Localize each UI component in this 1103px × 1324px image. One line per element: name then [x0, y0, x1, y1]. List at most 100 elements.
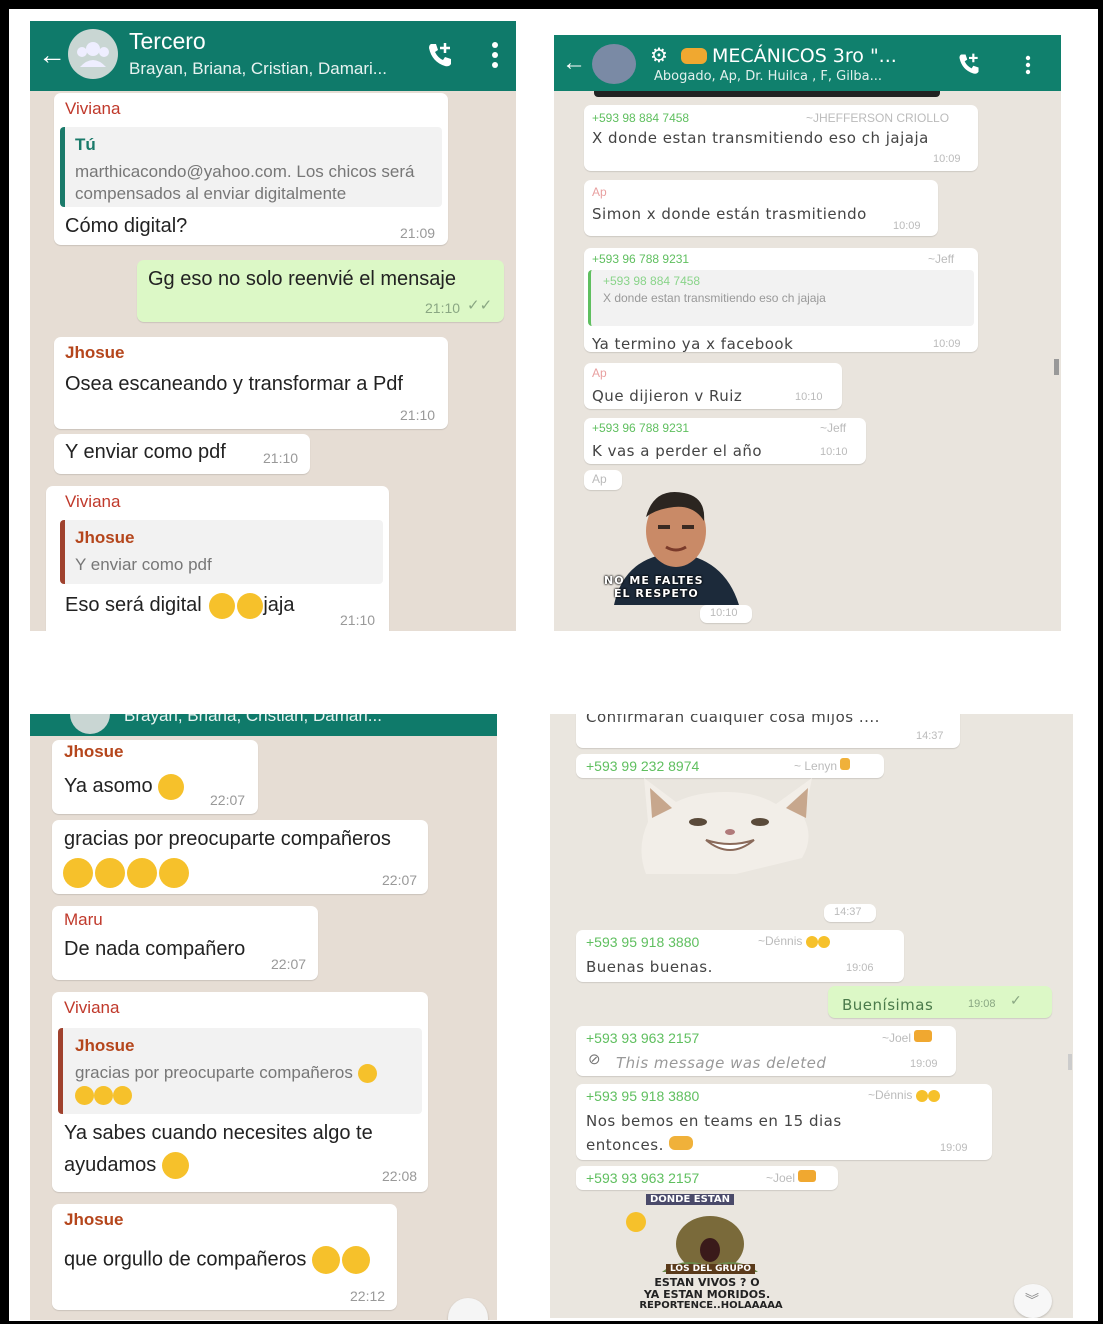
- message-bubble[interactable]: +593 98 884 7458 ~JHEFFERSON CRIOLLO X d…: [584, 105, 978, 171]
- message-bubble[interactable]: Viviana Tú marthicacondo@yahoo.com. Los …: [54, 93, 448, 245]
- sticker-donde-estan[interactable]: DONDE ESTAN LOS DEL GRUPO ESTAN VIVOS ? …: [622, 1192, 800, 1314]
- grinning-sweat-emoji-icon: [237, 592, 264, 619]
- quoted-message[interactable]: Jhosue Y enviar como pdf: [60, 520, 383, 584]
- laughing-emoji-icon: [209, 592, 236, 619]
- message-time: 19:08: [968, 998, 996, 1010]
- sticker-caption-line2: EL RESPETO: [614, 587, 699, 600]
- message-bubble-outgoing[interactable]: Gg eso no solo reenvié el mensaje 21:10 …: [137, 260, 504, 322]
- message-text: Simon x donde están trasmitiendo: [592, 205, 867, 223]
- handshake-emoji-icon: [669, 1136, 694, 1150]
- message-text-part: jaja: [263, 594, 295, 616]
- upside-down-emoji-icon: [127, 858, 157, 888]
- quoted-message[interactable]: Tú marthicacondo@yahoo.com. Los chicos s…: [60, 127, 442, 207]
- message-text: Gg eso no solo reenvié el mensaje: [148, 268, 456, 290]
- message-bubble[interactable]: +593 95 918 3880 ~Dénnis Buenas buenas. …: [576, 930, 904, 982]
- back-arrow-icon[interactable]: ←: [562, 49, 586, 77]
- cool-emoji-icon: [915, 1089, 928, 1102]
- chat-panel-mecanicos-2: Confirmaran cualquier cosa mijos .... 14…: [550, 714, 1073, 1318]
- more-options-icon[interactable]: [1025, 55, 1031, 75]
- message-time: 22:07: [382, 872, 418, 888]
- sender-name: Viviana: [64, 998, 120, 1017]
- message-bubble-outgoing[interactable]: Buenísimas 19:08 ✓: [828, 986, 1052, 1018]
- chat-title: Tercero: [129, 28, 206, 54]
- sender-name-text: ~ Lenyn: [794, 759, 838, 773]
- chat-panel-mecanicos: ← ⚙ MECÁNICOS 3ro "... Abogado, Ap, Dr. …: [554, 35, 1061, 631]
- message-time: 14:37: [834, 906, 862, 918]
- group-avatar[interactable]: [70, 714, 110, 734]
- sticker-banner: LOS DEL GRUPO: [666, 1264, 756, 1274]
- sender-phone: +593 93 963 2157: [586, 1170, 700, 1186]
- message-text: De nada compañero: [64, 938, 246, 960]
- message-bubble[interactable]: Jhosue Osea escaneando y transformar a P…: [54, 337, 448, 429]
- upside-down-emoji-icon: [159, 858, 189, 888]
- message-text: Eso será digital jaja: [65, 592, 294, 619]
- back-arrow-icon[interactable]: ←: [38, 39, 66, 71]
- sender-name: ~Dénnis: [868, 1088, 940, 1102]
- scroll-indicator[interactable]: [1068, 1054, 1072, 1070]
- message-text: Buenísimas: [842, 996, 934, 1014]
- message-bubble[interactable]: Ap Que dijieron v Ruiz 10:10: [584, 363, 842, 409]
- sender-name: Ap: [592, 472, 607, 486]
- grinning-sweat-emoji-icon: [158, 773, 185, 800]
- sticker-caption-line1: NO ME FALTES: [604, 574, 704, 587]
- message-bubble[interactable]: Jhosue Ya asomo 22:07: [52, 740, 258, 814]
- message-time: 10:09: [933, 338, 961, 350]
- message-bubble[interactable]: +593 96 788 9231 ~Jeff +593 98 884 7458 …: [584, 248, 978, 353]
- message-time: 21:09: [400, 225, 436, 241]
- message-text: Ya termino ya x facebook: [592, 335, 794, 353]
- message-time: 22:12: [350, 1288, 386, 1304]
- message-bubble[interactable]: Jhosue que orgullo de compañeros 22:12: [52, 1204, 397, 1310]
- message-text-content: que orgullo de compañeros: [64, 1248, 307, 1271]
- message-bubble[interactable]: Viviana Jhosue Y enviar como pdf Eso ser…: [46, 486, 389, 631]
- screaming-man-sticker-icon: [626, 1212, 758, 1272]
- message-bubble[interactable]: gracias por preocuparte compañeros 22:07: [52, 820, 428, 894]
- message-text-line2: ayudamos: [64, 1152, 189, 1180]
- group-avatar[interactable]: [592, 44, 636, 84]
- sticker-no-me-faltes[interactable]: NO ME FALTES EL RESPETO: [594, 487, 754, 605]
- sticker-smiling-cat[interactable]: [636, 778, 822, 874]
- quoted-sender: Jhosue: [75, 1036, 135, 1055]
- blushing-emoji-icon: [95, 858, 125, 888]
- chat-subtitle: Brayan, Briana, Cristian, Damari...: [124, 714, 382, 725]
- quoted-sender: Jhosue: [75, 528, 135, 547]
- group-avatar[interactable]: [68, 29, 118, 79]
- message-text: Osea escaneando y transformar a Pdf: [65, 373, 403, 395]
- message-bubble[interactable]: Maru De nada compañero 22:07: [52, 906, 318, 980]
- quoted-text: Y enviar como pdf: [75, 555, 212, 574]
- message-bubble[interactable]: +593 93 963 2157 ~Joel: [576, 1166, 838, 1190]
- message-bubble[interactable]: +593 95 918 3880 ~Dénnis Nos bemos en te…: [576, 1084, 992, 1160]
- more-options-icon[interactable]: [491, 41, 499, 69]
- quoted-message[interactable]: Jhosue gracias por preocuparte compañero…: [58, 1028, 422, 1114]
- add-call-icon[interactable]: [956, 51, 982, 77]
- message-text: X donde estan transmitiendo eso ch jajaj…: [592, 129, 962, 147]
- message-text-line1: Nos bemos en teams en 15 dias: [586, 1112, 842, 1130]
- scroll-down-button[interactable]: ︾: [1014, 1284, 1052, 1318]
- message-time: 21:10: [263, 450, 299, 466]
- message-time: 14:37: [916, 730, 944, 742]
- message-bubble[interactable]: +593 99 232 8974 ~ Lenyn: [576, 754, 884, 778]
- message-bubble[interactable]: Ap Simon x donde están trasmitiendo 10:0…: [584, 180, 938, 236]
- quoted-message[interactable]: +593 98 884 7458 X donde estan transmiti…: [588, 270, 974, 326]
- scroll-indicator[interactable]: [1054, 359, 1059, 375]
- fist-emoji-icon: [914, 1030, 933, 1042]
- chat-panel-tercero-2: Brayan, Briana, Cristian, Damari... Jhos…: [30, 714, 497, 1320]
- group-icon: [77, 42, 109, 67]
- cat-sticker-icon: [641, 778, 812, 874]
- message-bubble[interactable]: +593 93 963 2157 ~Joel ⊘ This message wa…: [576, 1026, 956, 1076]
- cool-emoji-icon: [927, 1089, 940, 1102]
- chat-subtitle: Abogado, Ap, Dr. Huilca , F, Gilba...: [654, 69, 883, 84]
- quoted-phone: +593 98 884 7458: [603, 274, 701, 288]
- message-bubble[interactable]: +593 96 788 9231 ~Jeff K vas a perder el…: [584, 418, 866, 464]
- sender-name: Ap: [592, 185, 607, 199]
- message-bubble[interactable]: Confirmaran cualquier cosa mijos .... 14…: [576, 714, 960, 748]
- message-bubble[interactable]: Y enviar como pdf 21:10: [54, 434, 310, 474]
- message-bubble[interactable]: Viviana Jhosue gracias por preocuparte c…: [52, 992, 428, 1192]
- quoted-text: marthicacondo@yahoo.com. Los chicos será…: [75, 162, 415, 203]
- message-text-content: entonces.: [586, 1136, 664, 1154]
- sender-name: Ap: [592, 366, 607, 380]
- sender-phone: +593 95 918 3880: [586, 1088, 700, 1104]
- message-time: 10:09: [893, 220, 921, 232]
- add-call-icon[interactable]: [425, 40, 455, 70]
- scroll-down-button[interactable]: [448, 1298, 488, 1320]
- sender-phone: +593 95 918 3880: [586, 934, 700, 950]
